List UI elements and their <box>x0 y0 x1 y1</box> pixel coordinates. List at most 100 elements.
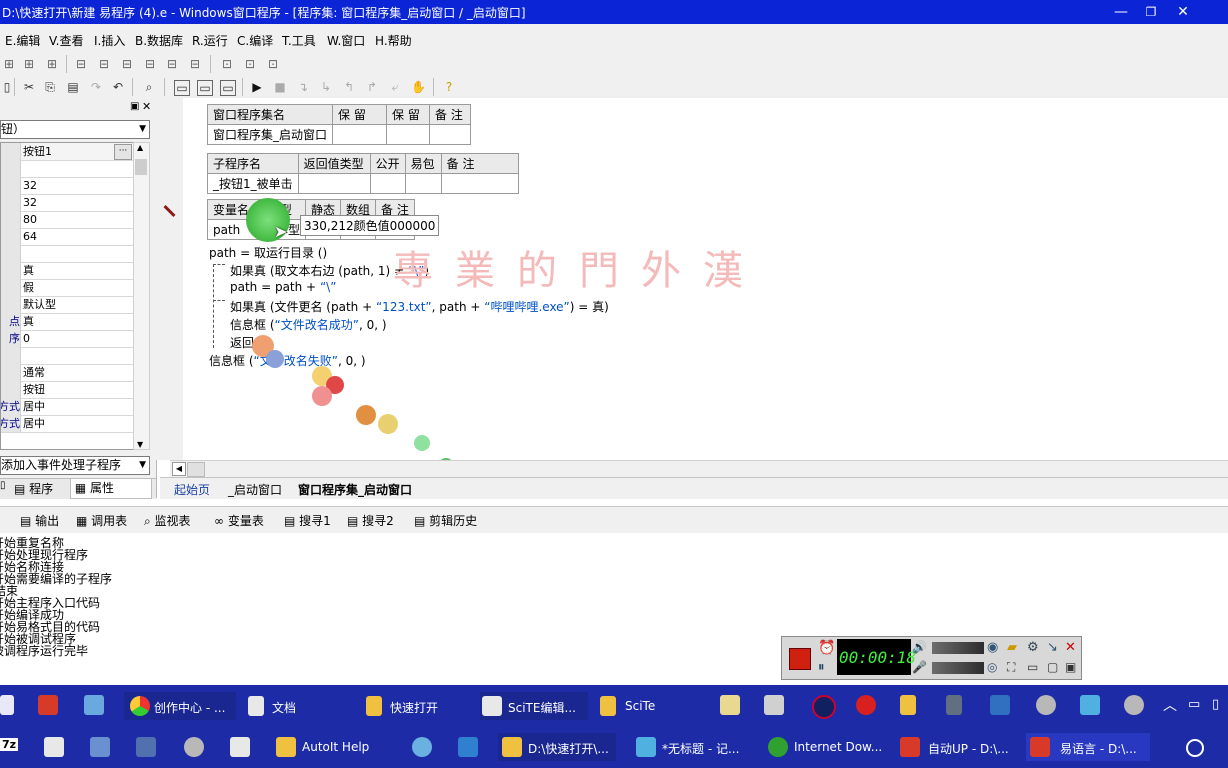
property-row[interactable]: 默认型 <box>1 296 133 314</box>
event-selector[interactable]: 添加入事件处理子程序 ▼ <box>0 456 150 475</box>
menu-view[interactable]: V.查看 <box>49 32 83 49</box>
autoit-icon[interactable] <box>184 737 204 757</box>
run-to-cursor-icon[interactable]: ↱ <box>365 80 379 94</box>
property-row[interactable] <box>1 245 133 263</box>
property-row[interactable]: 方式居中 <box>1 415 133 433</box>
tab-variable-table[interactable]: ∞ 变量表 <box>214 512 264 529</box>
property-row[interactable]: 64 <box>1 228 133 246</box>
find-icon[interactable]: ⌕ <box>142 80 156 94</box>
step-into-icon[interactable]: ↳ <box>319 80 333 94</box>
property-row[interactable] <box>1 160 133 178</box>
property-value[interactable]: 居中 <box>23 416 45 432</box>
task-document[interactable]: 文档 <box>246 692 346 720</box>
property-value[interactable]: 真 <box>23 314 34 330</box>
menu-insert[interactable]: I.插入 <box>94 32 125 49</box>
tab-property[interactable]: ▦ 属性 <box>70 479 152 499</box>
webcam-icon[interactable]: ◉ <box>987 640 998 655</box>
app-icon[interactable] <box>458 737 478 757</box>
app-icon[interactable] <box>812 695 836 719</box>
folder-icon[interactable]: ▰ <box>1007 640 1017 655</box>
tab-search2[interactable]: ▤ 搜寻2 <box>347 512 394 529</box>
property-value[interactable]: 32 <box>23 195 37 211</box>
task-auto-up[interactable]: 自动UP - D:\... <box>896 733 1014 761</box>
align-left-icon[interactable]: ⊞ <box>2 57 16 71</box>
pause-icon[interactable]: ⏸ <box>818 660 825 675</box>
table-cell[interactable] <box>369 173 406 194</box>
window-icon[interactable]: ▭ <box>1027 660 1038 674</box>
autoit-icon[interactable] <box>1036 695 1056 715</box>
menu-compile[interactable]: C.编译 <box>237 32 273 49</box>
task-easylang[interactable]: 易语言 - D:\... <box>1026 733 1150 761</box>
app-icon[interactable] <box>990 695 1010 715</box>
tray-icon[interactable]: ▯ <box>1212 697 1219 712</box>
network-icon[interactable]: ▭ <box>1188 697 1200 712</box>
paste-icon[interactable]: ▤ <box>66 80 80 94</box>
tab-clip-history[interactable]: ▤ 剪辑历史 <box>414 512 477 529</box>
code-line[interactable]: 信息框 (“文件改名成功”, 0, ) <box>230 316 387 333</box>
autoit-icon[interactable] <box>1124 695 1144 715</box>
property-value[interactable]: 假 <box>23 280 34 296</box>
app-icon[interactable] <box>0 695 14 715</box>
center-both-icon[interactable]: ⊡ <box>266 57 280 71</box>
copy-icon[interactable]: ⎘ <box>43 80 57 94</box>
film-icon[interactable] <box>946 695 962 715</box>
magnifier-icon[interactable] <box>856 695 876 715</box>
minimize-arrow-icon[interactable]: ↘ <box>1047 640 1058 655</box>
scroll-down-icon[interactable]: ▼ <box>137 440 143 449</box>
task-quick-open-path[interactable]: D:\快速打开\... <box>498 733 616 761</box>
task-autoit-help[interactable]: AutoIt Help <box>272 733 382 761</box>
monitor-icon[interactable]: ▢ <box>1047 660 1058 674</box>
tab-start-page[interactable]: 起始页 <box>174 481 210 498</box>
layout3-icon[interactable]: ▭ <box>220 80 236 96</box>
property-row[interactable]: 假 <box>1 279 133 297</box>
property-row[interactable] <box>1 347 133 365</box>
property-value[interactable]: 80 <box>23 212 37 228</box>
hand-icon[interactable]: ✋ <box>411 80 426 94</box>
search-files-icon[interactable] <box>720 695 740 715</box>
align-top-icon[interactable]: ⊟ <box>74 57 88 71</box>
record-stop-button[interactable] <box>789 648 811 670</box>
task-scite[interactable]: SciTe <box>600 692 690 720</box>
support-library-icon[interactable]: ▯ <box>0 480 6 491</box>
scroll-up-icon[interactable]: ▲ <box>137 143 143 152</box>
same-size-icon[interactable]: ⊟ <box>188 57 202 71</box>
task-chrome[interactable]: 创作中心 - ... <box>124 692 236 720</box>
property-value[interactable]: 0 <box>23 331 30 347</box>
step-over-icon[interactable]: ↴ <box>296 80 310 94</box>
menu-help[interactable]: H.帮助 <box>375 32 412 49</box>
task-scite-editor[interactable]: SciTE编辑... <box>480 692 588 720</box>
alarm-icon[interactable]: ⏰ <box>818 640 835 656</box>
scroll-thumb[interactable] <box>187 462 205 477</box>
app-icon[interactable] <box>84 695 104 715</box>
code-line[interactable]: 返回 () <box>230 334 267 351</box>
property-value[interactable]: 按钮1 <box>23 144 52 160</box>
fullscreen-icon[interactable]: ⛶ <box>1007 660 1015 675</box>
ellipsis-button[interactable]: ··· <box>114 144 132 160</box>
center-horizontal-icon[interactable]: ⊡ <box>220 57 234 71</box>
scroll-left-icon[interactable]: ◀ <box>172 462 186 476</box>
easylang-icon[interactable] <box>38 695 58 715</box>
app-icon[interactable] <box>764 695 784 715</box>
new-icon[interactable]: ▯ <box>0 80 14 94</box>
table-cell[interactable] <box>332 124 388 145</box>
code-line[interactable]: path = 取运行目录 () <box>209 244 327 261</box>
property-value[interactable]: 64 <box>23 229 37 245</box>
property-row[interactable]: 通常 <box>1 364 133 382</box>
center-vertical-icon[interactable]: ⊡ <box>243 57 257 71</box>
panel-pin-icon[interactable]: ▣ <box>130 101 139 112</box>
table-cell[interactable] <box>404 173 442 194</box>
table-cell[interactable]: _按钮1_被单击 <box>207 173 299 194</box>
chevron-down-icon[interactable]: ▼ <box>139 121 146 138</box>
tab-window-assembly[interactable]: 窗口程序集_启动窗口 <box>298 481 412 498</box>
restore-icon[interactable]: ❐ <box>1136 2 1166 22</box>
minimize-icon[interactable]: — <box>1106 2 1136 22</box>
tab-watch-table[interactable]: ⌕ 监视表 <box>144 512 191 529</box>
tab-startup-window[interactable]: _启动窗口 <box>228 481 282 498</box>
stop-icon[interactable]: ■ <box>273 80 287 94</box>
app-icon[interactable] <box>136 737 156 757</box>
table-cell[interactable] <box>297 173 371 194</box>
property-row[interactable]: 32 <box>1 194 133 212</box>
redo-icon[interactable]: ↷ <box>89 80 103 94</box>
property-row[interactable]: 80 <box>1 211 133 229</box>
property-row[interactable]: 方式居中 <box>1 398 133 416</box>
